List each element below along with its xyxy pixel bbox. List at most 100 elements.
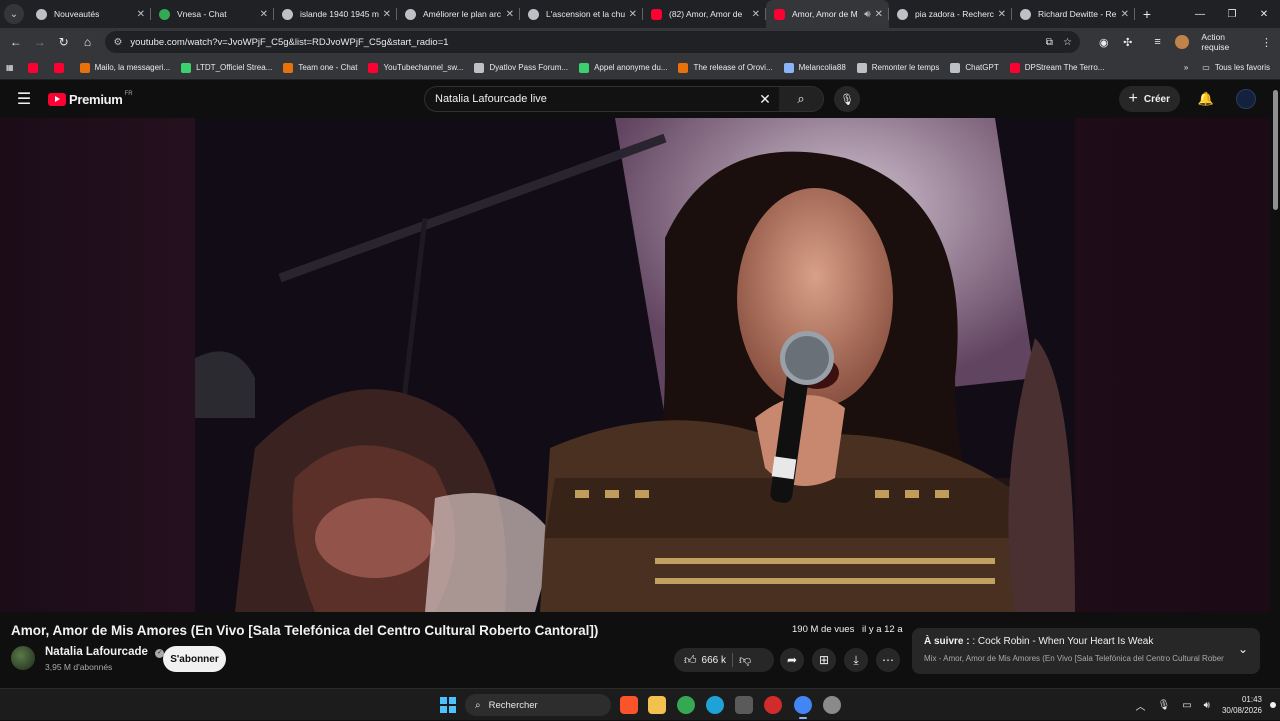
apps-grid-icon[interactable]: ▦ xyxy=(6,63,14,72)
search-icon[interactable]: ⌕ xyxy=(779,87,823,111)
menu-hamburger-icon[interactable]: ☰ xyxy=(0,89,48,109)
windows-start-icon[interactable] xyxy=(440,697,456,713)
reload-icon[interactable]: ↻ xyxy=(52,35,76,49)
bookmark-item[interactable]: The release of Orovi... xyxy=(678,62,773,73)
video-player[interactable] xyxy=(0,118,1270,612)
forward-icon[interactable]: → xyxy=(28,35,52,49)
subscribe-button[interactable]: S'abonner xyxy=(163,646,226,672)
cast-icon[interactable]: ⧉ xyxy=(1046,37,1053,48)
bookmark-item[interactable] xyxy=(53,62,69,73)
close-tab-icon[interactable]: ✕ xyxy=(260,9,268,20)
chevron-down-icon[interactable]: ⌄ xyxy=(1238,642,1248,656)
browser-tab[interactable]: islande 1940 1945 m ✕ xyxy=(274,0,397,28)
reading-list-icon[interactable]: ≡ xyxy=(1146,36,1170,48)
address-bar[interactable]: ⚙ youtube.com/watch?v=JvoWPjF_C5g&list=R… xyxy=(105,31,1080,53)
browser-tab[interactable]: Améliorer le plan arc ✕ xyxy=(397,0,520,28)
notification-icon[interactable] xyxy=(1270,702,1276,708)
bookmark-item[interactable]: Mailo, la messageri... xyxy=(79,62,170,73)
bookmark-item[interactable]: Dyatlov Pass Forum... xyxy=(474,62,568,73)
search-query[interactable]: Natalia Lafourcade live xyxy=(435,93,751,105)
all-bookmarks[interactable]: » ▭ Tous les favoris xyxy=(1184,63,1280,72)
site-info-icon[interactable]: ⚙ xyxy=(113,37,122,48)
tab-audio-icon[interactable]: 🔊︎ xyxy=(864,9,870,20)
browser-menu-icon[interactable]: ⋮ xyxy=(1261,36,1280,49)
snipping-tool-icon[interactable] xyxy=(735,696,753,714)
page-scrollbar[interactable] xyxy=(1270,80,1280,720)
youtube-logo[interactable]: Premium FR xyxy=(48,91,133,107)
taskbar-search[interactable]: ⌕ Rechercher xyxy=(465,694,611,716)
close-window-button[interactable]: ✕ xyxy=(1248,9,1280,20)
up-next-line[interactable]: À suivre : : Cock Robin - When Your Hear… xyxy=(924,636,1248,647)
bookmark-item[interactable]: Melancolia88 xyxy=(783,62,846,73)
opera-browser-icon[interactable] xyxy=(764,696,782,714)
bookmark-item[interactable]: ChatGPT xyxy=(950,62,999,73)
maximize-button[interactable]: ❐ xyxy=(1216,9,1248,20)
video-frame[interactable] xyxy=(195,118,1075,612)
chrome-alt-icon[interactable] xyxy=(677,696,695,714)
up-next-card[interactable]: À suivre : : Cock Robin - When Your Hear… xyxy=(912,628,1260,674)
browser-tab[interactable]: (82) Amor, Amor de ✕ xyxy=(643,0,766,28)
clear-search-icon[interactable]: ✕ xyxy=(751,91,779,108)
close-tab-icon[interactable]: ✕ xyxy=(506,9,514,20)
bookmark-item[interactable]: Team one - Chat xyxy=(283,62,357,73)
share-icon[interactable]: ➦ xyxy=(780,648,804,672)
channel-avatar[interactable] xyxy=(11,646,35,670)
url-text[interactable]: youtube.com/watch?v=JvoWPjF_C5g&list=RDJ… xyxy=(130,37,1035,48)
bookmark-item[interactable] xyxy=(27,62,43,73)
microphone-icon[interactable]: 🎙 xyxy=(834,86,860,112)
settings-app-icon[interactable] xyxy=(823,696,841,714)
bookmark-item[interactable]: YouTubechannel_sw... xyxy=(368,62,463,73)
thumbs-down-icon[interactable]: 👎︎ xyxy=(739,653,751,668)
browser-tab[interactable]: L'ascension et la chut ✕ xyxy=(520,0,643,28)
channel-name-row[interactable]: Natalia Lafourcade ✓ xyxy=(45,646,165,658)
scrollbar-thumb[interactable] xyxy=(1273,90,1278,210)
bookmark-item[interactable]: Appel anonyme du... xyxy=(579,62,667,73)
tab-title: Richard Dewitte - Re xyxy=(1038,9,1117,19)
tray-overflow-icon[interactable]: ︿ xyxy=(1135,698,1145,713)
close-tab-icon[interactable]: ✕ xyxy=(875,9,883,20)
create-button[interactable]: + Créer xyxy=(1118,86,1180,112)
brave-browser-icon[interactable] xyxy=(620,696,638,714)
extensions-puzzle-icon[interactable]: ✣ xyxy=(1116,36,1140,49)
notifications-bell-icon[interactable]: 🔔 xyxy=(1186,91,1226,107)
close-tab-icon[interactable]: ✕ xyxy=(752,9,760,20)
bookmark-label: DPStream The Terro... xyxy=(1024,63,1105,72)
browser-tab[interactable]: Richard Dewitte - Re ✕ xyxy=(1012,0,1135,28)
bookmark-item[interactable]: LTDT_Officiel Strea... xyxy=(181,62,272,73)
search-input[interactable]: Natalia Lafourcade live ✕ ⌕ xyxy=(424,86,824,112)
close-tab-icon[interactable]: ✕ xyxy=(383,9,391,20)
profile-avatar[interactable] xyxy=(1175,35,1190,49)
new-tab-button[interactable]: + xyxy=(1135,6,1159,22)
bookmark-star-icon[interactable]: ☆ xyxy=(1063,37,1072,48)
close-tab-icon[interactable]: ✕ xyxy=(998,9,1006,20)
volume-icon[interactable]: 🔊︎ xyxy=(1204,700,1210,711)
save-icon[interactable]: ⊞ xyxy=(812,648,836,672)
home-icon[interactable]: ⌂ xyxy=(76,35,100,49)
more-actions-icon[interactable]: ⋯ xyxy=(876,648,900,672)
like-button[interactable]: 👍︎ 666 k xyxy=(674,653,726,668)
edge-browser-icon[interactable] xyxy=(706,696,724,714)
channel-name[interactable]: Natalia Lafourcade xyxy=(45,646,148,658)
minimize-button[interactable]: — xyxy=(1184,9,1216,20)
close-tab-icon[interactable]: ✕ xyxy=(137,9,145,20)
download-icon[interactable]: ⤓ xyxy=(844,648,868,672)
action-required-button[interactable]: Action requise xyxy=(1195,32,1261,52)
display-icon[interactable]: ▭ xyxy=(1182,700,1191,711)
close-tab-icon[interactable]: ✕ xyxy=(629,9,637,20)
browser-tab[interactable]: pia zadora - Recherc ✕ xyxy=(889,0,1012,28)
tab-search-button[interactable]: ⌄ xyxy=(4,4,24,24)
bookmark-item[interactable]: Remonter le temps xyxy=(856,62,939,73)
clock[interactable]: 01:43 30/08/2026 xyxy=(1222,694,1270,716)
chrome-browser-icon[interactable] xyxy=(794,696,812,719)
browser-tab[interactable]: Amor, Amor de M 🔊︎ ✕ xyxy=(766,0,889,28)
close-tab-icon[interactable]: ✕ xyxy=(1121,9,1129,20)
back-icon[interactable]: ← xyxy=(4,35,28,49)
bookmark-item[interactable]: DPStream The Terro... xyxy=(1009,62,1105,73)
browser-tab[interactable]: Nouveautés ✕ xyxy=(28,0,151,28)
microphone-tray-icon[interactable]: 🎙 xyxy=(1157,700,1170,711)
browser-tab[interactable]: Vnesa - Chat ✕ xyxy=(151,0,274,28)
file-explorer-icon[interactable] xyxy=(648,696,666,714)
extension-icon[interactable]: ◉ xyxy=(1092,36,1116,49)
account-avatar[interactable] xyxy=(1236,89,1256,109)
more-bookmarks-icon[interactable]: » xyxy=(1184,63,1188,72)
